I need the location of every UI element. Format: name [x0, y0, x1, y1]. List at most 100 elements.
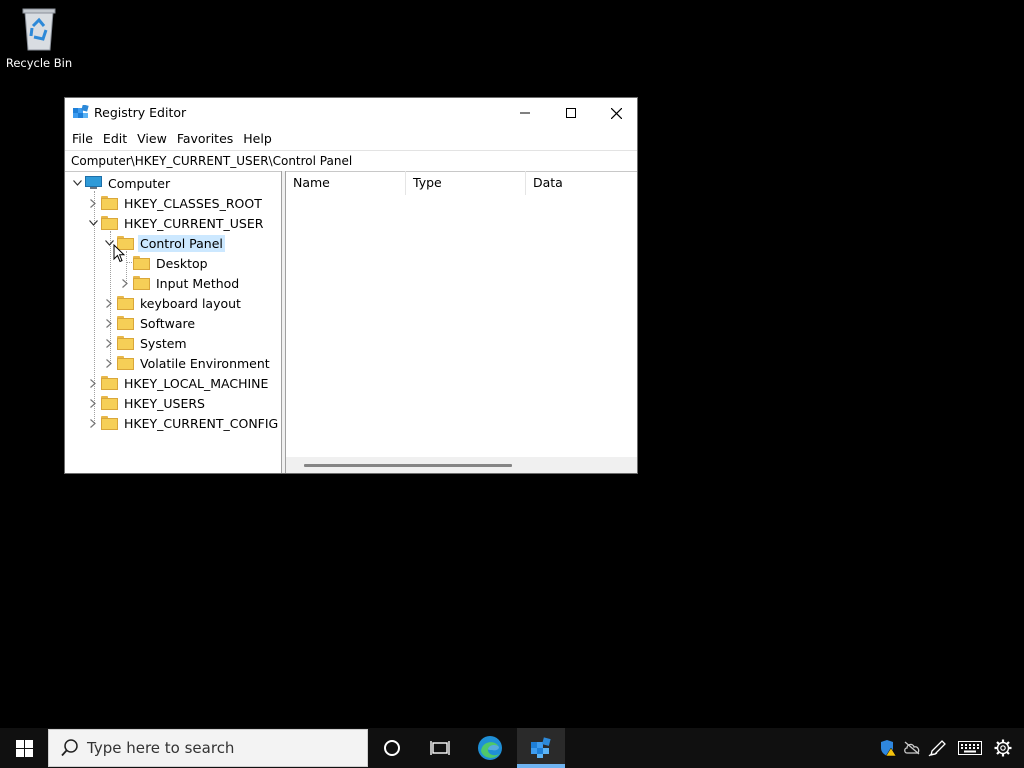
tree-label: System	[140, 335, 187, 351]
onedrive-tray-icon[interactable]	[900, 728, 924, 768]
chevron-right-icon[interactable]	[87, 373, 99, 393]
computer-icon	[85, 176, 102, 190]
tree-label: keyboard layout	[140, 295, 241, 311]
column-type-header[interactable]: Type	[406, 171, 526, 195]
tree-node-hkcc[interactable]: HKEY_CURRENT_CONFIG	[87, 413, 280, 433]
menu-help[interactable]: Help	[238, 131, 277, 146]
chevron-right-icon[interactable]	[103, 353, 115, 373]
chevron-right-icon[interactable]	[103, 333, 115, 353]
tree-label-selected: Control Panel	[138, 234, 225, 252]
registry-editor-taskbar-button[interactable]	[517, 728, 565, 768]
chevron-right-icon[interactable]	[87, 193, 99, 213]
column-header: Name Type Data	[286, 171, 637, 195]
cortana-icon	[384, 740, 400, 756]
chevron-down-icon[interactable]	[87, 213, 99, 233]
recycle-bin-desktop-icon[interactable]: Recycle Bin	[2, 6, 76, 78]
tree-node-computer[interactable]: Computer	[71, 173, 172, 193]
taskbar-search-box[interactable]: Type here to search	[48, 729, 368, 767]
task-view-icon	[430, 741, 450, 755]
chevron-right-icon[interactable]	[103, 313, 115, 333]
column-data-header[interactable]: Data	[526, 171, 637, 195]
tree-label: Desktop	[156, 255, 208, 271]
tree-node-software[interactable]: Software	[103, 313, 197, 333]
taskbar: Type here to search	[0, 728, 1024, 768]
window-title: Registry Editor	[94, 105, 187, 120]
registry-editor-icon	[73, 104, 89, 121]
tree-label: Computer	[108, 175, 171, 191]
tree-label: Volatile Environment	[140, 355, 270, 371]
title-bar[interactable]: Registry Editor	[65, 98, 637, 128]
horizontal-scrollbar[interactable]	[286, 457, 637, 473]
tree-label: Input Method	[156, 275, 240, 291]
registry-tree-pane[interactable]: Computer HKEY_CLASSES_ROOT HKEY_CURRENT_…	[65, 171, 282, 473]
shield-warning-icon	[881, 740, 897, 757]
minimize-button[interactable]	[502, 98, 548, 128]
scrollbar-thumb[interactable]	[304, 464, 512, 467]
folder-icon	[117, 316, 134, 330]
close-icon	[610, 107, 622, 119]
column-name-header[interactable]: Name	[286, 171, 406, 195]
menu-favorites[interactable]: Favorites	[172, 131, 238, 146]
tree-node-input-method[interactable]: Input Method	[119, 273, 241, 293]
chevron-right-icon[interactable]	[103, 293, 115, 313]
folder-icon	[101, 396, 118, 410]
pen-icon	[928, 740, 946, 757]
cortana-button[interactable]	[368, 728, 416, 768]
tree-label: Software	[140, 315, 196, 331]
tree-label: HKEY_USERS	[124, 395, 205, 411]
tree-label: HKEY_CURRENT_USER	[124, 215, 264, 231]
tree-node-hkcu[interactable]: HKEY_CURRENT_USER	[87, 213, 265, 233]
tree-node-hku[interactable]: HKEY_USERS	[87, 393, 207, 413]
tree-label: HKEY_CURRENT_CONFIG	[124, 415, 279, 431]
folder-icon	[133, 256, 150, 270]
folder-icon	[117, 356, 134, 370]
edge-browser-icon	[478, 736, 502, 760]
recycle-bin-icon	[19, 6, 59, 52]
pen-workspace-tray-icon[interactable]	[926, 728, 950, 768]
search-icon	[61, 739, 79, 757]
tree-node-desktop[interactable]: Desktop	[119, 253, 210, 273]
start-button[interactable]	[0, 728, 48, 768]
chevron-right-icon[interactable]	[87, 393, 99, 413]
maximize-button[interactable]	[548, 98, 594, 128]
folder-icon	[101, 416, 118, 430]
chevron-down-icon[interactable]	[71, 173, 83, 193]
tree-label: HKEY_LOCAL_MACHINE	[124, 375, 269, 391]
tree-node-hklm[interactable]: HKEY_LOCAL_MACHINE	[87, 373, 270, 393]
task-view-button[interactable]	[416, 728, 464, 768]
folder-icon	[101, 376, 118, 390]
gear-icon	[994, 739, 1012, 757]
tree-node-keyboard-layout[interactable]: keyboard layout	[103, 293, 243, 313]
keyboard-icon	[958, 741, 982, 755]
windows-security-tray-icon[interactable]	[876, 728, 900, 768]
values-list-pane[interactable]: Name Type Data	[285, 171, 637, 473]
menu-file[interactable]: File	[67, 131, 98, 146]
search-placeholder: Type here to search	[87, 739, 235, 757]
menu-view[interactable]: View	[132, 131, 172, 146]
touch-keyboard-tray-icon[interactable]	[955, 728, 985, 768]
minimize-icon	[520, 112, 530, 114]
maximize-icon	[566, 108, 576, 118]
registry-editor-icon	[531, 737, 551, 758]
folder-icon	[117, 336, 134, 350]
tree-node-system[interactable]: System	[103, 333, 189, 353]
folder-icon	[133, 276, 150, 290]
address-bar[interactable]: Computer\HKEY_CURRENT_USER\Control Panel	[65, 150, 637, 172]
settings-tray-icon[interactable]	[990, 728, 1016, 768]
folder-icon	[117, 296, 134, 310]
windows-logo-icon	[15, 739, 33, 757]
tree-node-volatile-environment[interactable]: Volatile Environment	[103, 353, 272, 373]
tree-label: HKEY_CLASSES_ROOT	[124, 195, 262, 211]
recycle-bin-label: Recycle Bin	[5, 56, 73, 70]
menu-bar: File Edit View Favorites Help	[65, 128, 637, 148]
close-button[interactable]	[593, 98, 639, 128]
tree-node-hkcr[interactable]: HKEY_CLASSES_ROOT	[87, 193, 264, 213]
active-app-indicator	[517, 764, 565, 768]
folder-icon	[101, 196, 118, 210]
cloud-icon	[904, 741, 920, 755]
chevron-right-icon[interactable]	[119, 273, 131, 293]
menu-edit[interactable]: Edit	[98, 131, 132, 146]
chevron-right-icon[interactable]	[87, 413, 99, 433]
mouse-cursor-icon	[113, 243, 126, 266]
edge-taskbar-button[interactable]	[466, 728, 514, 768]
